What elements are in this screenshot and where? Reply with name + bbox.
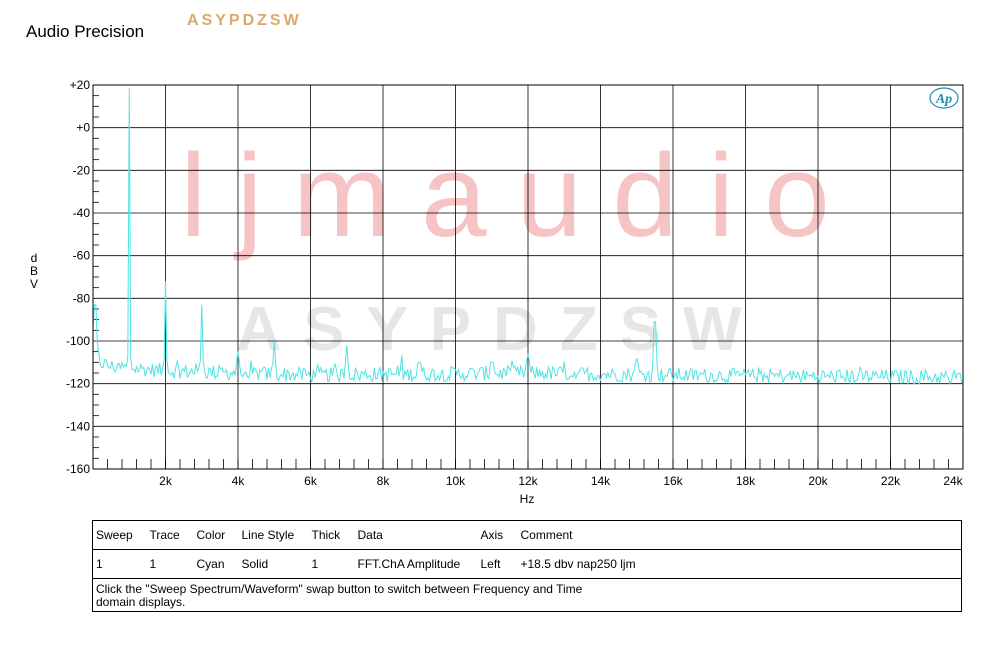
y-tick-label: -60	[73, 249, 91, 263]
spectrum-chart: ljmaudio ASYPDZSW +20 +0 -20 -40 -60 -80 -100 -…	[30, 78, 964, 506]
x-tick-label: 24k	[943, 474, 963, 488]
ap-logo-text: Ap	[935, 92, 952, 107]
cell-trace: 1	[146, 549, 194, 579]
col-sweep: Sweep	[92, 520, 147, 550]
y-tick-label: -120	[66, 377, 90, 391]
swap-hint-note: Click the "Sweep Spectrum/Waveform" swap…	[92, 579, 962, 612]
table-row[interactable]: 1 1 Cyan Solid 1 FFT.ChA Amplitude Left …	[92, 549, 962, 579]
col-line-style: Line Style	[238, 520, 309, 550]
y-tick-label: -100	[66, 334, 90, 348]
y-tick-label: +20	[70, 78, 91, 92]
col-axis: Axis	[477, 520, 518, 550]
cell-thick: 1	[308, 549, 355, 579]
x-tick-label: 20k	[808, 474, 828, 488]
x-tick-label: 16k	[663, 474, 683, 488]
watermark-ljmaudio: ljmaudio	[180, 130, 859, 262]
x-tick-label: 8k	[377, 474, 391, 488]
watermark-asypdzsw: ASYPDZSW	[236, 295, 763, 364]
x-tick-label: 2k	[159, 474, 173, 488]
x-tick-label: 14k	[591, 474, 611, 488]
cell-line-style: Solid	[238, 549, 309, 579]
col-comment: Comment	[517, 520, 962, 550]
x-tick-label: 12k	[518, 474, 538, 488]
y-tick-labels: +20 +0 -20 -40 -60 -80 -100 -120 -140 -160	[66, 78, 90, 476]
y-axis-label: dBV	[30, 251, 38, 291]
cell-sweep: 1	[92, 549, 147, 579]
cell-color: Cyan	[193, 549, 239, 579]
col-color: Color	[193, 520, 239, 550]
x-tick-label: 18k	[736, 474, 756, 488]
y-tick-label: -20	[73, 163, 91, 177]
x-tick-labels: 2k 4k 6k 8k 10k 12k 14k 16k 18k 20k 22k 24k	[159, 474, 964, 488]
col-data: Data	[354, 520, 478, 550]
legend-header-row: Sweep Trace Color Line Style Thick Data …	[92, 520, 962, 550]
note-line-2: domain displays.	[96, 595, 186, 609]
y-tick-label: -80	[73, 291, 91, 305]
note-line-1: Click the "Sweep Spectrum/Waveform" swap…	[96, 582, 583, 596]
cell-data: FFT.ChA Amplitude	[354, 549, 478, 579]
col-thick: Thick	[308, 520, 355, 550]
cell-axis: Left	[477, 549, 518, 579]
y-tick-label: +0	[76, 121, 90, 135]
ap-logo-icon: Ap	[929, 87, 959, 109]
y-tick-label: -140	[66, 419, 90, 433]
col-trace: Trace	[146, 520, 194, 550]
x-tick-label: 22k	[881, 474, 901, 488]
x-axis-label: Hz	[520, 492, 535, 506]
cell-comment: +18.5 dbv nap250 ljm	[517, 549, 962, 579]
y-tick-label: -40	[73, 206, 91, 220]
x-tick-label: 4k	[232, 474, 246, 488]
y-tick-label: -160	[66, 462, 90, 476]
x-tick-label: 10k	[446, 474, 466, 488]
x-tick-label: 6k	[304, 474, 318, 488]
trace-legend-table: Sweep Trace Color Line Style Thick Data …	[92, 520, 962, 612]
